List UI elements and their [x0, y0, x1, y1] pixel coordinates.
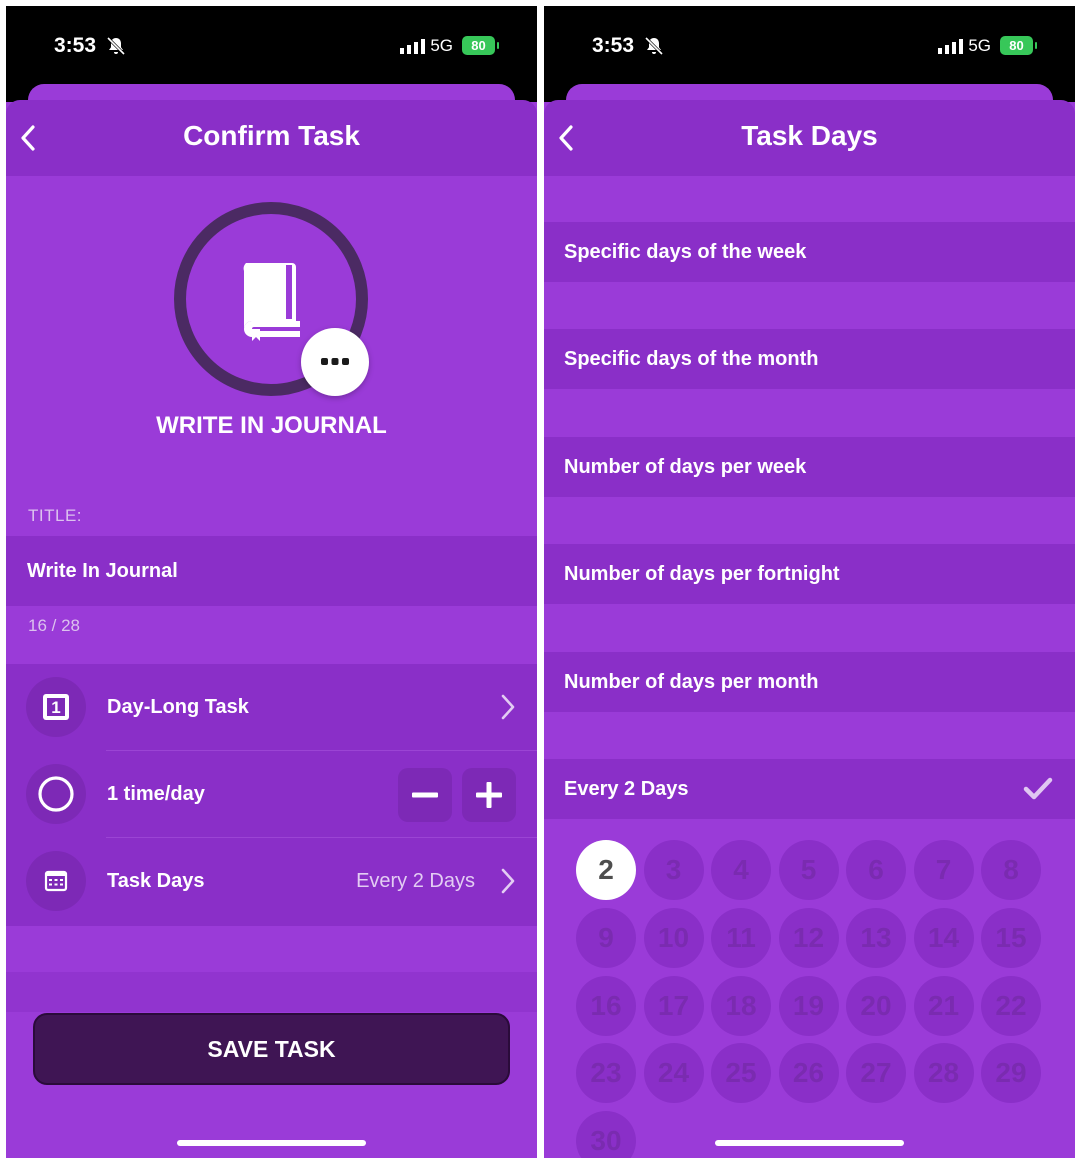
day-option-26[interactable]: 26: [778, 1043, 839, 1104]
title-label: TITLE:: [28, 506, 83, 525]
day-option-27[interactable]: 27: [846, 1043, 906, 1104]
task-days-row[interactable]: Task Days Every 2 Days: [6, 838, 537, 924]
title-input[interactable]: Write In Journal: [6, 536, 537, 606]
task-days-label: Task Days: [107, 870, 205, 892]
home-indicator: [177, 1140, 366, 1146]
mode-option-days-per-month[interactable]: Number of days per month: [544, 652, 1075, 712]
day-option-13[interactable]: 13: [846, 907, 906, 968]
day-option-8[interactable]: 8: [981, 840, 1041, 900]
bell-muted-icon: [644, 36, 664, 56]
mode-option-days-per-fortnight[interactable]: Number of days per fortnight: [544, 544, 1075, 604]
day-option-19[interactable]: 19: [778, 975, 839, 1036]
bell-muted-icon: [106, 36, 126, 56]
ellipsis-icon: [321, 358, 349, 365]
page-title: Task Days: [741, 120, 878, 151]
day-option-29[interactable]: 29: [981, 1043, 1041, 1104]
minus-icon: [412, 792, 438, 798]
day-option-10[interactable]: 10: [643, 907, 704, 968]
option-icon-circle: [26, 851, 86, 911]
mode-option-days-per-week[interactable]: Number of days per week: [544, 437, 1075, 497]
header-bar: Confirm Task: [6, 100, 537, 176]
day-option-23[interactable]: 23: [576, 1043, 636, 1104]
network-label: 5G: [968, 36, 991, 55]
frequency-row: 1 time/day: [6, 751, 537, 837]
day-option-21[interactable]: 21: [913, 975, 974, 1036]
day-option-7[interactable]: 7: [913, 840, 974, 900]
page-title: Confirm Task: [183, 120, 360, 151]
mode-option-label: Specific days of the week: [564, 241, 807, 263]
chevron-right-icon: [501, 868, 515, 894]
day-option-12[interactable]: 12: [778, 907, 839, 968]
book-icon: [243, 263, 300, 341]
home-indicator: [715, 1140, 904, 1146]
mode-option-label: Specific days of the month: [564, 348, 819, 370]
more-options-button[interactable]: [301, 328, 369, 396]
frequency-label: 1 time/day: [107, 783, 205, 805]
plus-icon: [476, 782, 502, 808]
day-option-15[interactable]: 15: [981, 907, 1041, 968]
day-option-9[interactable]: 9: [576, 907, 636, 968]
day-option-16[interactable]: 16: [576, 975, 636, 1036]
task-options-card: 1 Day-Long Task 1 time/day Task Days Eve…: [6, 664, 537, 926]
status-time: 3:53: [592, 34, 635, 57]
day-option-30[interactable]: 30: [576, 1111, 636, 1158]
day-option-17[interactable]: 17: [643, 975, 704, 1036]
day-option-14[interactable]: 14: [913, 907, 974, 968]
svg-text:1: 1: [51, 698, 60, 717]
mode-option-label: Number of days per fortnight: [564, 563, 840, 585]
status-time: 3:53: [54, 34, 97, 57]
network-label: 5G: [430, 36, 453, 55]
day-option-5[interactable]: 5: [778, 840, 839, 900]
checkmark-icon: [1023, 777, 1053, 800]
day-option-20[interactable]: 20: [846, 975, 906, 1036]
chevron-right-icon: [501, 694, 515, 720]
signal-icon: [400, 39, 425, 54]
battery-indicator: 80: [1000, 36, 1037, 55]
save-task-button[interactable]: SAVE TASK: [33, 1013, 510, 1085]
day-option-18[interactable]: 18: [711, 975, 771, 1036]
day-option-28[interactable]: 28: [913, 1043, 974, 1104]
day-option-25[interactable]: 25: [711, 1043, 771, 1104]
mode-option-month-days[interactable]: Specific days of the month: [544, 329, 1075, 389]
day-option-6[interactable]: 6: [846, 840, 906, 900]
task-days-screen: 3:53 5G 80 Task Days Specific days of th…: [544, 6, 1075, 1158]
day-option-22[interactable]: 22: [981, 975, 1041, 1036]
calendar-icon: [44, 870, 68, 892]
calendar-day-one-icon: 1: [43, 694, 69, 720]
day-option-11[interactable]: 11: [711, 907, 771, 968]
header-bar: Task Days: [544, 100, 1075, 176]
day-option-2[interactable]: 2: [576, 840, 636, 900]
mode-option-week-days[interactable]: Specific days of the week: [544, 222, 1075, 282]
increment-button[interactable]: [462, 768, 516, 822]
mode-option-label: Every 2 Days: [564, 778, 689, 800]
character-counter: 16 / 28: [28, 616, 80, 635]
day-option-3[interactable]: 3: [643, 840, 704, 900]
mode-option-label: Number of days per month: [564, 671, 819, 693]
mode-option-label: Number of days per week: [564, 456, 807, 478]
task-days-value: Every 2 Days: [356, 870, 475, 892]
confirm-task-screen: 3:53 5G 80 Confirm Task WRITE IN JOURNAL…: [6, 6, 537, 1158]
day-option-24[interactable]: 24: [643, 1043, 704, 1104]
day-option-4[interactable]: 4: [711, 840, 771, 900]
mode-option-every-n-days[interactable]: Every 2 Days: [544, 759, 1075, 819]
faded-row: [6, 972, 537, 1012]
battery-indicator: 80: [462, 36, 499, 55]
day-long-task-row[interactable]: 1 Day-Long Task: [6, 664, 537, 750]
option-icon-circle: 1: [26, 677, 86, 737]
signal-icon: [938, 39, 963, 54]
circle-outline-icon: [38, 776, 74, 812]
option-icon-circle: [26, 764, 86, 824]
decrement-button[interactable]: [398, 768, 452, 822]
task-name: WRITE IN JOURNAL: [156, 412, 387, 439]
title-input-value: Write In Journal: [27, 560, 178, 582]
day-long-task-label: Day-Long Task: [107, 696, 249, 718]
